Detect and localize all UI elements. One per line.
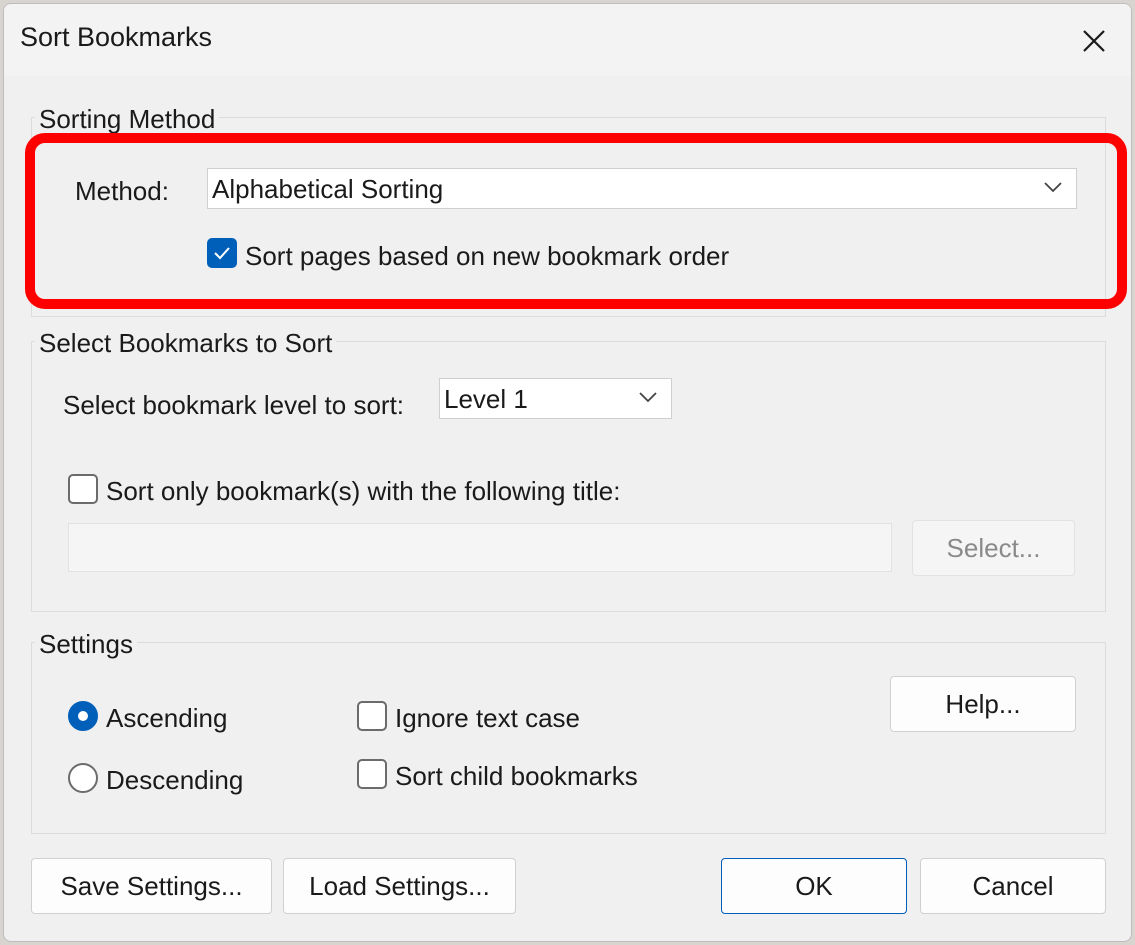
ignore-case-checkbox[interactable] [357,701,387,731]
sort-child-label[interactable]: Sort child bookmarks [395,761,638,792]
title-bar: Sort Bookmarks [4,4,1131,76]
checkmark-icon [214,247,230,260]
sorting-method-group-label: Sorting Method [35,104,220,135]
sorting-method-group [31,117,1106,317]
sort-child-checkbox[interactable] [357,759,387,789]
select-bookmarks-group-label: Select Bookmarks to Sort [35,328,337,359]
dialog-title: Sort Bookmarks [20,22,213,52]
help-button[interactable]: Help... [890,676,1076,732]
load-settings-button[interactable]: Load Settings... [283,858,516,914]
method-dropdown-value: Alphabetical Sorting [212,174,444,204]
chevron-down-icon [639,392,657,403]
title-only-label[interactable]: Sort only bookmark(s) with the following… [106,476,620,507]
ascending-label[interactable]: Ascending [106,703,227,734]
method-label: Method: [75,176,169,206]
close-icon [1083,30,1105,52]
save-settings-button[interactable]: Save Settings... [31,858,272,914]
sort-pages-label[interactable]: Sort pages based on new bookmark order [245,241,729,272]
sort-bookmarks-dialog: Sort Bookmarks Sorting Method Method: Al… [3,3,1132,942]
method-dropdown[interactable]: Alphabetical Sorting [207,168,1077,209]
chevron-down-icon [1044,182,1062,193]
bookmark-title-input[interactable] [68,523,892,572]
close-button[interactable] [1071,18,1117,64]
settings-group-label: Settings [35,629,137,660]
ascending-radio[interactable] [68,701,98,731]
title-only-checkbox[interactable] [68,474,98,504]
descending-label[interactable]: Descending [106,765,243,796]
ok-button[interactable]: OK [721,858,907,914]
sort-pages-checkbox[interactable] [207,238,237,268]
level-dropdown-value: Level 1 [444,384,528,414]
settings-group [31,642,1106,834]
level-label: Select bookmark level to sort: [63,390,405,420]
level-dropdown[interactable]: Level 1 [439,378,672,419]
descending-radio[interactable] [68,763,98,793]
select-button[interactable]: Select... [912,520,1075,576]
ignore-case-label[interactable]: Ignore text case [395,703,580,734]
cancel-button[interactable]: Cancel [920,858,1106,914]
